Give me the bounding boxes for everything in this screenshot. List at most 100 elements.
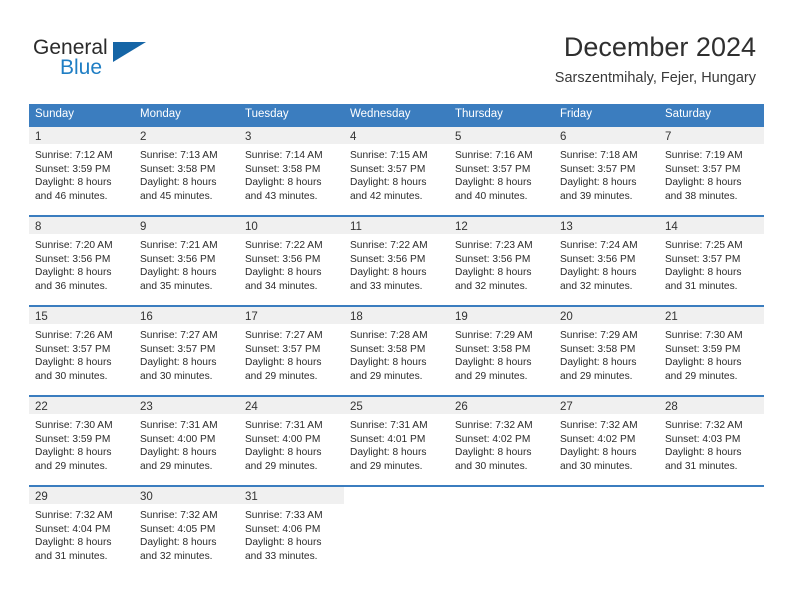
day-info: Sunrise: 7:16 AM Sunset: 3:57 PM Dayligh… <box>449 144 554 203</box>
daylight-text-line1: Daylight: 8 hours <box>140 447 217 459</box>
day-cell[interactable]: 16 Sunrise: 7:27 AM Sunset: 3:57 PM Dayl… <box>134 307 239 395</box>
day-cell[interactable]: 6 Sunrise: 7:18 AM Sunset: 3:57 PM Dayli… <box>554 127 659 215</box>
day-number: 24 <box>245 401 258 413</box>
sunset-text: Sunset: 3:56 PM <box>560 253 636 265</box>
day-number: 12 <box>455 221 468 233</box>
daylight-text-line2: and 29 minutes. <box>455 370 528 382</box>
day-cell[interactable]: 2 Sunrise: 7:13 AM Sunset: 3:58 PM Dayli… <box>134 127 239 215</box>
sunset-text: Sunset: 3:56 PM <box>455 253 531 265</box>
day-number: 28 <box>665 401 678 413</box>
day-cell[interactable]: 5 Sunrise: 7:16 AM Sunset: 3:57 PM Dayli… <box>449 127 554 215</box>
day-info: Sunrise: 7:14 AM Sunset: 3:58 PM Dayligh… <box>239 144 344 203</box>
sunrise-text: Sunrise: 7:16 AM <box>455 150 533 161</box>
sunset-text: Sunset: 3:57 PM <box>665 163 741 175</box>
day-number-band: 8 <box>29 217 134 234</box>
sunset-text: Sunset: 3:58 PM <box>245 163 321 175</box>
daylight-text-line2: and 29 minutes. <box>35 460 108 472</box>
location-subtitle: Sarszentmihaly, Fejer, Hungary <box>554 70 756 86</box>
day-number: 19 <box>455 311 468 323</box>
sunrise-text: Sunrise: 7:31 AM <box>140 420 218 431</box>
day-cell[interactable]: 7 Sunrise: 7:19 AM Sunset: 3:57 PM Dayli… <box>659 127 764 215</box>
sunrise-text: Sunrise: 7:30 AM <box>35 420 113 431</box>
daylight-text-line1: Daylight: 8 hours <box>245 357 322 369</box>
day-cell[interactable]: 24 Sunrise: 7:31 AM Sunset: 4:00 PM Dayl… <box>239 397 344 485</box>
day-cell[interactable]: 12 Sunrise: 7:23 AM Sunset: 3:56 PM Dayl… <box>449 217 554 305</box>
daylight-text-line2: and 31 minutes. <box>665 280 738 292</box>
day-cell[interactable]: 23 Sunrise: 7:31 AM Sunset: 4:00 PM Dayl… <box>134 397 239 485</box>
daylight-text-line1: Daylight: 8 hours <box>455 267 532 279</box>
week-row: 8 Sunrise: 7:20 AM Sunset: 3:56 PM Dayli… <box>29 215 764 305</box>
day-info: Sunrise: 7:22 AM Sunset: 3:56 PM Dayligh… <box>344 234 449 293</box>
day-cell[interactable]: 14 Sunrise: 7:25 AM Sunset: 3:57 PM Dayl… <box>659 217 764 305</box>
daylight-text-line1: Daylight: 8 hours <box>140 357 217 369</box>
sunset-text: Sunset: 4:03 PM <box>665 433 741 445</box>
day-number-band: 28 <box>659 397 764 414</box>
day-cell[interactable]: 29 Sunrise: 7:32 AM Sunset: 4:04 PM Dayl… <box>29 487 134 575</box>
day-info: Sunrise: 7:18 AM Sunset: 3:57 PM Dayligh… <box>554 144 659 203</box>
day-cell[interactable]: 11 Sunrise: 7:22 AM Sunset: 3:56 PM Dayl… <box>344 217 449 305</box>
daylight-text-line2: and 34 minutes. <box>245 280 318 292</box>
day-cell[interactable]: 22 Sunrise: 7:30 AM Sunset: 3:59 PM Dayl… <box>29 397 134 485</box>
daylight-text-line1: Daylight: 8 hours <box>560 177 637 189</box>
day-info: Sunrise: 7:32 AM Sunset: 4:04 PM Dayligh… <box>29 504 134 563</box>
daylight-text-line1: Daylight: 8 hours <box>140 177 217 189</box>
day-cell[interactable]: 31 Sunrise: 7:33 AM Sunset: 4:06 PM Dayl… <box>239 487 344 575</box>
sunrise-text: Sunrise: 7:32 AM <box>35 510 113 521</box>
day-cell[interactable]: 30 Sunrise: 7:32 AM Sunset: 4:05 PM Dayl… <box>134 487 239 575</box>
sunrise-text: Sunrise: 7:26 AM <box>35 330 113 341</box>
day-cell[interactable]: 20 Sunrise: 7:29 AM Sunset: 3:58 PM Dayl… <box>554 307 659 395</box>
day-info: Sunrise: 7:13 AM Sunset: 3:58 PM Dayligh… <box>134 144 239 203</box>
day-cell[interactable]: 15 Sunrise: 7:26 AM Sunset: 3:57 PM Dayl… <box>29 307 134 395</box>
daylight-text-line1: Daylight: 8 hours <box>455 447 532 459</box>
day-info: Sunrise: 7:20 AM Sunset: 3:56 PM Dayligh… <box>29 234 134 293</box>
day-number-band: 31 <box>239 487 344 504</box>
daylight-text-line2: and 29 minutes. <box>665 370 738 382</box>
sunset-text: Sunset: 3:56 PM <box>140 253 216 265</box>
sunset-text: Sunset: 3:57 PM <box>245 343 321 355</box>
daylight-text-line1: Daylight: 8 hours <box>35 177 112 189</box>
daylight-text-line1: Daylight: 8 hours <box>140 267 217 279</box>
logo-text-blue: Blue <box>60 56 103 79</box>
day-info: Sunrise: 7:29 AM Sunset: 3:58 PM Dayligh… <box>554 324 659 383</box>
day-cell[interactable]: 26 Sunrise: 7:32 AM Sunset: 4:02 PM Dayl… <box>449 397 554 485</box>
sunrise-text: Sunrise: 7:31 AM <box>245 420 323 431</box>
daylight-text-line1: Daylight: 8 hours <box>245 537 322 549</box>
day-number: 8 <box>35 221 42 233</box>
day-number: 6 <box>560 131 567 143</box>
day-cell[interactable]: 9 Sunrise: 7:21 AM Sunset: 3:56 PM Dayli… <box>134 217 239 305</box>
day-number-band: 3 <box>239 127 344 144</box>
daylight-text-line2: and 30 minutes. <box>455 460 528 472</box>
day-cell[interactable]: 28 Sunrise: 7:32 AM Sunset: 4:03 PM Dayl… <box>659 397 764 485</box>
sunset-text: Sunset: 4:01 PM <box>350 433 426 445</box>
daylight-text-line2: and 46 minutes. <box>35 190 108 202</box>
day-cell[interactable]: 19 Sunrise: 7:29 AM Sunset: 3:58 PM Dayl… <box>449 307 554 395</box>
sunrise-text: Sunrise: 7:15 AM <box>350 150 428 161</box>
sunset-text: Sunset: 3:56 PM <box>350 253 426 265</box>
day-cell[interactable]: 4 Sunrise: 7:15 AM Sunset: 3:57 PM Dayli… <box>344 127 449 215</box>
day-number: 30 <box>140 491 153 503</box>
day-cell[interactable]: 1 Sunrise: 7:12 AM Sunset: 3:59 PM Dayli… <box>29 127 134 215</box>
day-number: 3 <box>245 131 252 143</box>
day-number-band <box>449 487 554 504</box>
day-cell[interactable]: 17 Sunrise: 7:27 AM Sunset: 3:57 PM Dayl… <box>239 307 344 395</box>
daylight-text-line2: and 31 minutes. <box>35 550 108 562</box>
day-cell[interactable]: 18 Sunrise: 7:28 AM Sunset: 3:58 PM Dayl… <box>344 307 449 395</box>
weekday-header-tuesday: Tuesday <box>245 108 289 120</box>
day-number-band: 19 <box>449 307 554 324</box>
day-cell[interactable]: 3 Sunrise: 7:14 AM Sunset: 3:58 PM Dayli… <box>239 127 344 215</box>
day-cell[interactable]: 21 Sunrise: 7:30 AM Sunset: 3:59 PM Dayl… <box>659 307 764 395</box>
day-cell[interactable]: 25 Sunrise: 7:31 AM Sunset: 4:01 PM Dayl… <box>344 397 449 485</box>
day-info: Sunrise: 7:31 AM Sunset: 4:00 PM Dayligh… <box>134 414 239 473</box>
sunset-text: Sunset: 3:59 PM <box>35 433 111 445</box>
day-cell[interactable]: 8 Sunrise: 7:20 AM Sunset: 3:56 PM Dayli… <box>29 217 134 305</box>
daylight-text-line1: Daylight: 8 hours <box>665 267 742 279</box>
day-cell[interactable]: 13 Sunrise: 7:24 AM Sunset: 3:56 PM Dayl… <box>554 217 659 305</box>
sunrise-text: Sunrise: 7:29 AM <box>455 330 533 341</box>
sunrise-text: Sunrise: 7:22 AM <box>245 240 323 251</box>
general-blue-logo[interactable]: General Blue <box>33 36 163 84</box>
day-info: Sunrise: 7:29 AM Sunset: 3:58 PM Dayligh… <box>449 324 554 383</box>
day-cell[interactable]: 27 Sunrise: 7:32 AM Sunset: 4:02 PM Dayl… <box>554 397 659 485</box>
sunrise-text: Sunrise: 7:31 AM <box>350 420 428 431</box>
day-number: 2 <box>140 131 147 143</box>
day-cell[interactable]: 10 Sunrise: 7:22 AM Sunset: 3:56 PM Dayl… <box>239 217 344 305</box>
